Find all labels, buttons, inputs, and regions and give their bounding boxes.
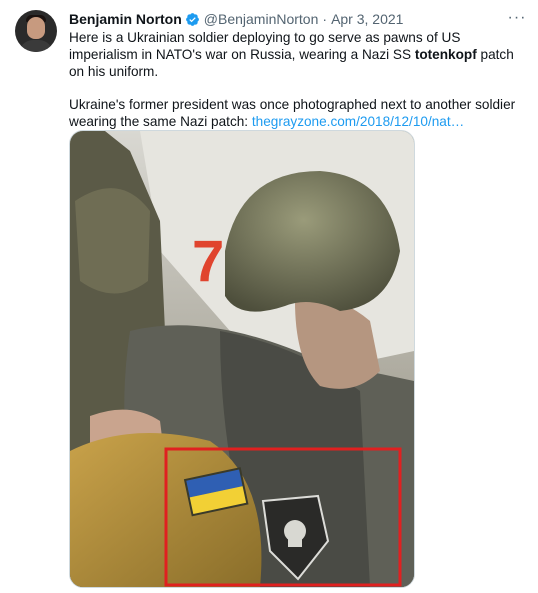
avatar-face — [27, 17, 45, 39]
left-soldier-mask — [75, 188, 150, 294]
tweet-media-image[interactable]: 7 — [69, 130, 415, 588]
tweet[interactable]: Benjamin Norton @BenjaminNorton · Apr 3,… — [0, 0, 538, 593]
text-segment: Here is a Ukrainian soldier deploying to… — [69, 30, 461, 62]
tweet-date[interactable]: Apr 3, 2021 — [331, 11, 403, 27]
tweet-paragraph-1: Here is a Ukrainian soldier deploying to… — [69, 29, 531, 80]
tweet-paragraph-2: Ukraine's former president was once phot… — [69, 96, 531, 130]
verified-badge-icon — [185, 12, 200, 27]
tweet-link[interactable]: thegrayzone.com/2018/12/10/nat… — [252, 114, 464, 129]
separator-dot: · — [322, 11, 328, 27]
author-handle[interactable]: @BenjaminNorton — [204, 11, 319, 27]
tweet-header: Benjamin Norton @BenjaminNorton · Apr 3,… — [69, 10, 403, 28]
media-photo: 7 — [70, 131, 414, 587]
author-name[interactable]: Benjamin Norton — [69, 11, 182, 27]
avatar-shirt — [19, 40, 53, 52]
more-options-icon[interactable]: ··· — [505, 8, 529, 28]
door-number: 7 — [192, 229, 224, 294]
tweet-text: Here is a Ukrainian soldier deploying to… — [69, 29, 531, 130]
avatar[interactable] — [15, 10, 57, 52]
skull-icon — [284, 520, 306, 542]
bold-word: totenkopf — [414, 47, 477, 62]
skull-jaw — [288, 539, 302, 547]
